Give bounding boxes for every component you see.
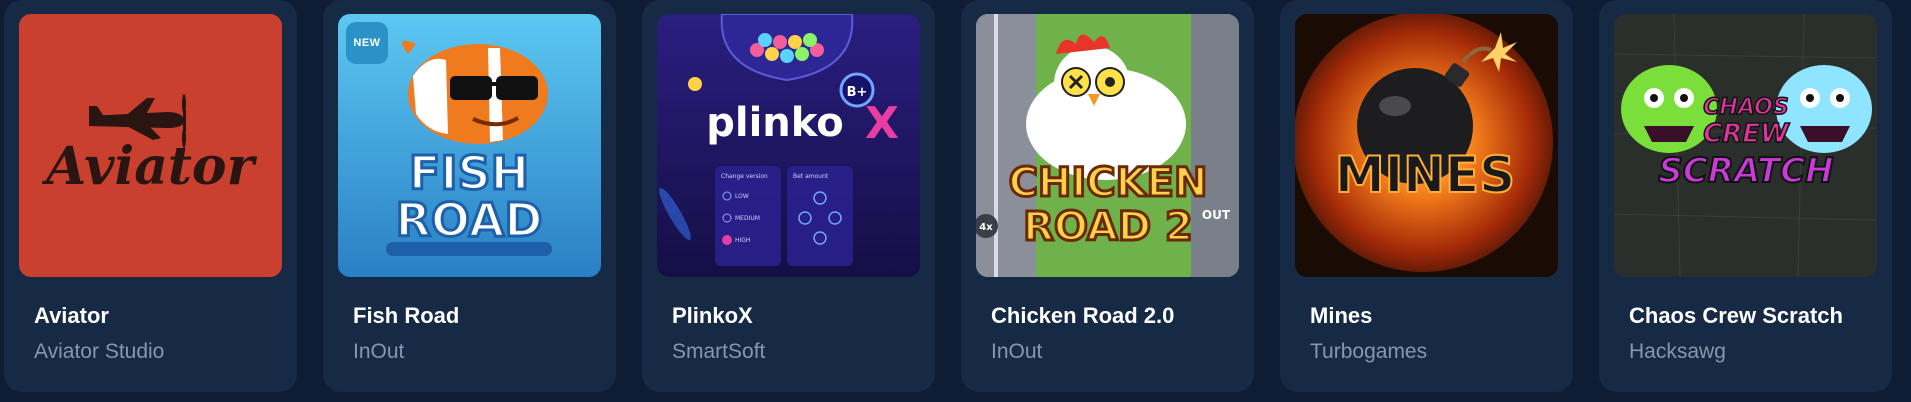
- game-thumbnail-chaos-crew-scratch[interactable]: CHAOS CREW SCRATCH: [1614, 14, 1877, 277]
- game-card-chaos-crew-scratch[interactable]: CHAOS CREW SCRATCH Chaos Crew Scratch Ha…: [1599, 0, 1892, 392]
- game-thumbnail-plinkox[interactable]: B+ plinko X Change version Bet amount LO…: [657, 14, 920, 277]
- plinko-logo-accent: X: [865, 98, 899, 149]
- chicken-logo-line1: CHICKEN: [1009, 160, 1208, 206]
- plinko-board-icon: B+ plinko X Change version Bet amount LO…: [657, 14, 920, 277]
- game-provider: InOut: [991, 340, 1043, 363]
- new-badge: NEW: [346, 22, 388, 64]
- monster-icon: CHAOS CREW SCRATCH: [1614, 14, 1877, 277]
- airplane-icon: Aviator: [19, 14, 282, 277]
- game-provider: Turbogames: [1310, 340, 1428, 363]
- game-card-chicken-road-2[interactable]: CHICKEN ROAD 2 OUT 4x Chicken Road 2.0 I…: [961, 0, 1254, 392]
- plinko-logo-text: plinko: [706, 100, 844, 146]
- game-thumbnail-fish-road[interactable]: FISH ROAD NEW: [338, 14, 601, 277]
- game-provider: Hacksawg: [1629, 340, 1726, 363]
- game-thumbnail-mines[interactable]: MINES: [1295, 14, 1558, 277]
- game-provider: InOut: [353, 340, 405, 363]
- chicken-logo-line2: ROAD 2: [1023, 204, 1193, 250]
- game-list: Aviator Aviator Aviator Studio FISH ROAD…: [4, 0, 1892, 392]
- game-title[interactable]: Aviator: [34, 303, 274, 329]
- plinko-option-low: LOW: [735, 193, 749, 200]
- plinko-panel-right-heading: Bet amount: [793, 173, 829, 180]
- game-card-mines[interactable]: MINES Mines Turbogames: [1280, 0, 1573, 392]
- game-provider: Aviator Studio: [34, 340, 165, 363]
- chicken-icon: CHICKEN ROAD 2 OUT 4x: [976, 14, 1239, 277]
- game-card-plinkox[interactable]: B+ plinko X Change version Bet amount LO…: [642, 0, 935, 392]
- game-title[interactable]: Chaos Crew Scratch: [1629, 303, 1869, 329]
- fish-road-logo-line1: FISH: [409, 146, 529, 200]
- chaos-logo-line2: CREW: [1703, 119, 1790, 149]
- bomb-icon: MINES: [1295, 14, 1558, 277]
- game-provider: SmartSoft: [672, 340, 766, 363]
- plinko-option-high: HIGH: [735, 237, 750, 244]
- game-card-fish-road[interactable]: FISH ROAD NEW Fish Road InOut: [323, 0, 616, 392]
- plinko-option-medium: MEDIUM: [735, 215, 760, 222]
- game-thumbnail-aviator[interactable]: Aviator: [19, 14, 282, 277]
- chaos-logo-line3: SCRATCH: [1658, 151, 1833, 191]
- game-thumbnail-chicken-road-2[interactable]: CHICKEN ROAD 2 OUT 4x: [976, 14, 1239, 277]
- game-title[interactable]: Chicken Road 2.0: [991, 303, 1231, 329]
- mines-logo-text: MINES: [1335, 146, 1515, 204]
- chaos-logo-line1: CHAOS: [1703, 95, 1788, 120]
- game-title[interactable]: PlinkoX: [672, 303, 912, 329]
- fish-road-logo-line2: ROAD: [395, 193, 542, 247]
- chicken-side-label: OUT: [1202, 208, 1231, 222]
- game-title[interactable]: Mines: [1310, 303, 1550, 329]
- game-title[interactable]: Fish Road: [353, 303, 593, 329]
- plinko-panel-left-heading: Change version: [721, 173, 768, 180]
- chicken-multiplier: 4x: [979, 222, 993, 233]
- game-card-aviator[interactable]: Aviator Aviator Aviator Studio: [4, 0, 297, 392]
- aviator-logo-text: Aviator: [41, 136, 258, 197]
